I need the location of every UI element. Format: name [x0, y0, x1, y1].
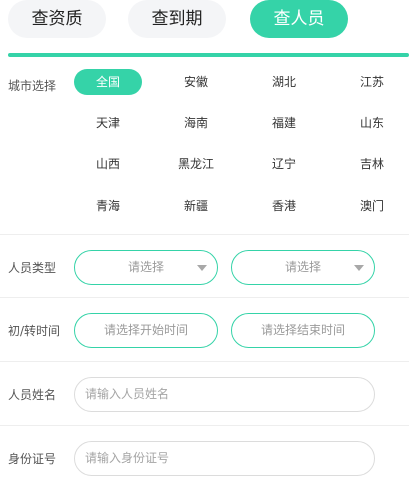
city-option[interactable]: 天津	[74, 110, 142, 136]
section-divider	[0, 361, 409, 362]
city-option[interactable]: 香港	[250, 193, 318, 219]
city-option[interactable]: 新疆	[162, 193, 230, 219]
city-option[interactable]: 全国	[74, 69, 142, 95]
city-option[interactable]: 江苏	[338, 69, 406, 95]
section-divider	[0, 297, 409, 298]
name-field-label: 人员姓名	[8, 388, 57, 402]
city-option[interactable]: 福建	[250, 110, 318, 136]
city-option[interactable]: 湖北	[250, 69, 318, 95]
tab-check-qualification[interactable]: 查资质	[8, 0, 106, 38]
chevron-down-icon	[197, 265, 207, 271]
tab-bar-container: 查资质 查到期 查人员	[0, 0, 409, 57]
city-option[interactable]: 安徽	[162, 69, 230, 95]
select-placeholder: 请选择	[127, 260, 164, 274]
person-type-label: 人员类型	[8, 261, 57, 275]
section-divider	[0, 234, 409, 235]
select-placeholder: 请选择	[284, 260, 321, 274]
time-range-label: 初/转时间	[8, 324, 61, 338]
city-option[interactable]: 山东	[338, 110, 406, 136]
city-option[interactable]: 海南	[162, 110, 230, 136]
end-time-picker[interactable]: 请选择结束时间	[231, 313, 375, 348]
name-input[interactable]: 请输入人员姓名	[74, 377, 375, 412]
city-option[interactable]: 吉林	[338, 151, 406, 177]
chevron-down-icon	[354, 265, 364, 271]
person-type-select-1[interactable]: 请选择	[74, 250, 218, 285]
city-option[interactable]: 黑龙江	[162, 151, 230, 177]
id-number-input[interactable]: 请输入身份证号	[74, 441, 375, 476]
tab-check-expiry[interactable]: 查到期	[128, 0, 226, 38]
tab-check-personnel[interactable]: 查人员	[250, 0, 348, 38]
city-option[interactable]: 青海	[74, 193, 142, 219]
city-filter-label: 城市选择	[8, 79, 57, 93]
city-option[interactable]: 澳门	[338, 193, 406, 219]
start-time-picker[interactable]: 请选择开始时间	[74, 313, 218, 348]
section-divider	[0, 425, 409, 426]
person-type-select-2[interactable]: 请选择	[231, 250, 375, 285]
city-option[interactable]: 辽宁	[250, 151, 318, 177]
tab-underline	[8, 53, 409, 57]
id-field-label: 身份证号	[8, 452, 57, 466]
city-option[interactable]: 山西	[74, 151, 142, 177]
